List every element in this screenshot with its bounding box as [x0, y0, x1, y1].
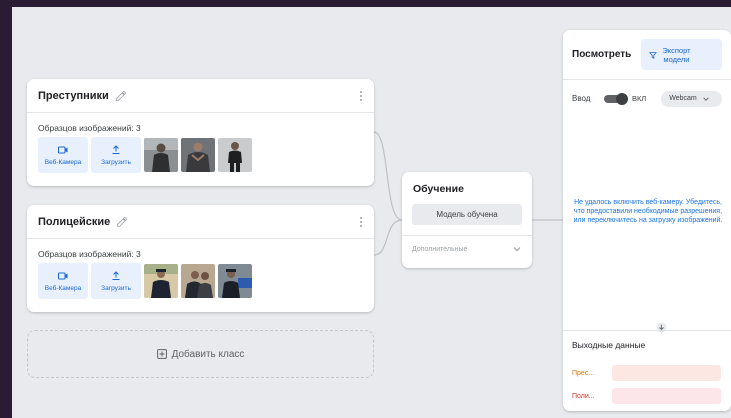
add-class-label: Добавить класс: [171, 348, 245, 360]
export-label: Экспорт модели: [662, 46, 690, 64]
output-title: Выходные данные: [572, 340, 646, 350]
sample-thumbnail[interactable]: [144, 138, 178, 172]
upload-icon: [112, 145, 120, 154]
advanced-label: Дополнительные: [412, 245, 468, 253]
output-row: Поли...: [572, 388, 731, 404]
input-label: Ввод: [572, 94, 591, 103]
class-name[interactable]: Преступники: [38, 90, 109, 102]
sample-thumbnail[interactable]: [144, 264, 178, 298]
preview-header: Посмотреть Экспорт модели: [563, 30, 731, 80]
pencil-icon[interactable]: [116, 216, 128, 228]
export-model-button[interactable]: Экспорт модели: [641, 39, 722, 70]
toggle-state-label: ВКЛ: [631, 94, 647, 103]
pencil-icon[interactable]: [115, 90, 127, 102]
webcam-icon: [58, 272, 68, 280]
class-header: Полицейские: [27, 205, 374, 239]
sample-thumbnail[interactable]: [218, 264, 252, 298]
upload-icon: [112, 271, 120, 280]
upload-button[interactable]: Загрузить: [91, 137, 141, 173]
chevron-down-icon: [513, 247, 521, 252]
webcam-button[interactable]: Веб-Камера: [38, 137, 88, 173]
input-row: Ввод ВКЛ Webcam: [563, 85, 731, 112]
input-source-value: Webcam: [669, 95, 697, 102]
preview-panel: Посмотреть Экспорт модели Ввод ВКЛ Webcam…: [563, 30, 731, 411]
output-confidence-bar: [612, 388, 721, 404]
chevron-down-icon: [702, 96, 709, 101]
input-source-select[interactable]: Webcam: [661, 90, 722, 107]
export-icon: [649, 51, 658, 59]
training-card: Обучение Модель обучена Дополнительные: [402, 172, 532, 268]
class-name[interactable]: Полицейские: [38, 216, 110, 228]
more-vert-icon[interactable]: [359, 216, 363, 228]
output-class-label: Поли...: [572, 392, 595, 400]
class-header: Преступники: [27, 79, 374, 113]
samples-row: Веб-Камера Загрузить: [27, 263, 374, 299]
webcam-icon: [58, 146, 68, 154]
camera-error-message: Не удалось включить веб-камеру. Убедитес…: [573, 199, 723, 225]
export-label-line2: модели: [663, 54, 690, 64]
sample-thumbnail[interactable]: [181, 138, 215, 172]
upload-button-label: Загрузить: [101, 159, 131, 166]
webcam-button-label: Веб-Камера: [44, 285, 82, 292]
add-box-icon: [156, 349, 167, 359]
sample-thumbnail[interactable]: [181, 264, 215, 298]
samples-count-label: Образцов изображений: 3: [38, 123, 141, 133]
webcam-button-label: Веб-Камера: [44, 159, 82, 166]
divider: [563, 330, 731, 331]
class-card-criminals: Преступники Образцов изображений: 3 Веб-…: [27, 79, 374, 186]
arrow-down-icon: [656, 322, 667, 333]
webcam-button[interactable]: Веб-Камера: [38, 263, 88, 299]
train-model-button[interactable]: Модель обучена: [412, 204, 522, 225]
output-class-label: Прес...: [572, 369, 595, 377]
export-label-line1: Экспорт: [662, 45, 691, 55]
sample-thumbnail[interactable]: [218, 138, 252, 172]
add-class-button[interactable]: Добавить класс: [27, 330, 374, 378]
workspace-canvas: Преступники Образцов изображений: 3 Веб-…: [12, 7, 731, 418]
input-toggle[interactable]: [604, 92, 628, 105]
samples-count-label: Образцов изображений: 3: [38, 249, 141, 259]
upload-button-label: Загрузить: [101, 285, 131, 292]
advanced-toggle[interactable]: Дополнительные: [402, 236, 532, 262]
samples-row: Веб-Камера Загрузить: [27, 137, 374, 173]
preview-title: Посмотреть: [572, 49, 632, 60]
class-card-police: Полицейские Образцов изображений: 3 Веб-…: [27, 205, 374, 312]
output-confidence-bar: [612, 365, 721, 381]
output-row: Прес...: [572, 365, 731, 381]
training-title: Обучение: [413, 183, 464, 195]
upload-button[interactable]: Загрузить: [91, 263, 141, 299]
more-vert-icon[interactable]: [359, 90, 363, 102]
